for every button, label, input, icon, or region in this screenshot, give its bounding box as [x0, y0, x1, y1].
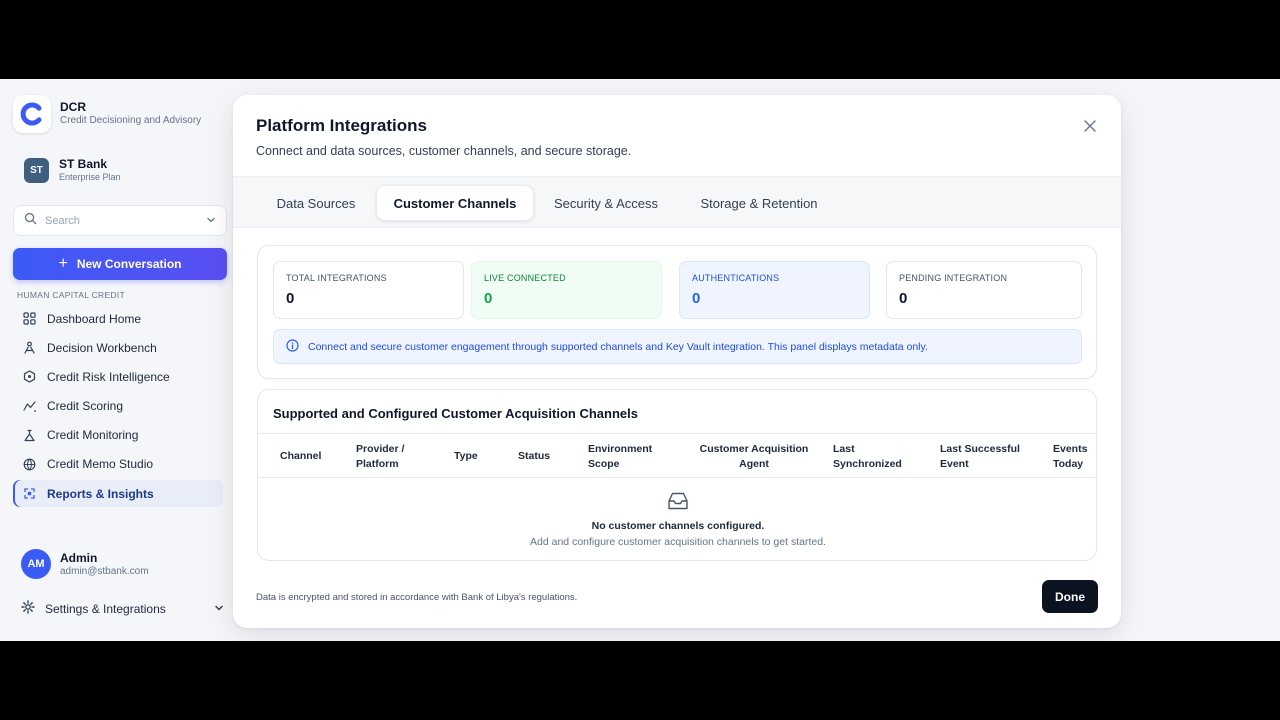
chevron-down-icon — [206, 212, 216, 230]
brand-name: DCR — [60, 100, 86, 114]
chevron-down-icon — [214, 602, 224, 616]
new-conversation-label: New Conversation — [76, 257, 182, 271]
column-header-last-successful-event: Last Successful Event — [940, 442, 1020, 470]
stat-live-connected: LIVE CONNECTED 0 — [471, 261, 662, 319]
stat-value: 0 — [286, 290, 295, 307]
info-text: Connect and secure customer engagement t… — [308, 340, 928, 353]
sidebar-item-label: Credit Memo Studio — [47, 457, 154, 472]
sidebar-item-reports-insights[interactable]: Reports & Insights — [13, 480, 223, 508]
close-icon — [1084, 119, 1096, 137]
stat-value: 0 — [484, 290, 493, 307]
column-header-customer-acquisition-agent: Customer Acquisition Agent — [699, 442, 809, 470]
stat-value: 0 — [899, 290, 908, 307]
brand-logo-icon — [13, 95, 51, 133]
platform-integrations-modal: Platform Integrations Connect and data s… — [233, 95, 1121, 628]
table-title: Supported and Configured Customer Acquis… — [273, 406, 638, 421]
sidebar-item-label: Decision Workbench — [47, 340, 157, 355]
org-avatar: ST — [24, 157, 49, 183]
user-email: admin@stbank.com — [60, 565, 149, 577]
column-header-type: Type — [454, 450, 478, 462]
plus-icon: + — [58, 255, 68, 272]
risk-icon — [22, 369, 37, 384]
brand[interactable]: DCR Credit Decisioning and Advisory — [13, 95, 201, 133]
inbox-icon — [258, 490, 1096, 512]
sidebar-item-label: Credit Risk Intelligence — [47, 369, 170, 384]
brand-subtitle: Credit Decisioning and Advisory — [60, 115, 202, 126]
empty-state-subtitle: Add and configure customer acquisition c… — [530, 536, 826, 548]
sidebar-item-decision-workbench[interactable]: Decision Workbench — [13, 334, 223, 361]
org-name: ST Bank — [59, 157, 108, 171]
user-profile[interactable]: AM Admin admin@stbank.com — [21, 549, 149, 579]
settings-label: Settings & Integrations — [45, 601, 166, 616]
org-switcher[interactable]: ST ST Bank Enterprise Plan — [24, 157, 121, 183]
user-name: Admin — [60, 550, 98, 565]
section-label: HUMAN CAPITAL CREDIT — [17, 290, 126, 300]
memo-icon — [22, 457, 37, 472]
sidebar-item-credit-risk-intelligence[interactable]: Credit Risk Intelligence — [13, 363, 223, 390]
column-header-provider-platform: Provider / Platform — [356, 442, 405, 470]
column-header-environment-scope: Environment Scope — [588, 442, 653, 470]
table-header-row: Channel Provider / Platform Type Status … — [258, 433, 1096, 478]
sidebar-item-credit-monitoring[interactable]: Credit Monitoring — [13, 422, 223, 449]
stat-authentications: AUTHENTICATIONS 0 — [679, 261, 870, 319]
sidebar-item-label: Credit Scoring — [47, 399, 124, 414]
scoring-icon — [22, 399, 37, 414]
tab-bar: Data Sources Customer Channels Security … — [233, 176, 1121, 228]
stat-value: 0 — [692, 290, 701, 307]
sidebar-item-label: Dashboard Home — [47, 311, 142, 326]
workbench-icon — [22, 340, 37, 355]
column-header-events-today: Events Today — [1053, 442, 1088, 470]
close-button[interactable] — [1081, 119, 1099, 137]
reports-icon — [22, 486, 37, 501]
search-icon — [24, 212, 37, 230]
org-plan: Enterprise Plan — [59, 172, 121, 182]
new-conversation-button[interactable]: + New Conversation — [13, 248, 227, 280]
sidebar-item-credit-scoring[interactable]: Credit Scoring — [13, 393, 223, 420]
info-banner: Connect and secure customer engagement t… — [273, 329, 1082, 364]
sidebar-item-dashboard-home[interactable]: Dashboard Home — [13, 305, 223, 332]
sidebar-item-label: Reports & Insights — [47, 486, 154, 501]
done-button[interactable]: Done — [1042, 580, 1098, 613]
search-placeholder: Search — [45, 214, 80, 227]
sidebar-item-label: Credit Monitoring — [47, 428, 139, 443]
stat-pending-integration: PENDING INTEGRATION 0 — [886, 261, 1082, 319]
tab-customer-channels[interactable]: Customer Channels — [376, 185, 534, 221]
column-header-channel: Channel — [280, 450, 322, 462]
stat-label: PENDING INTEGRATION — [899, 273, 1008, 283]
empty-state: No customer channels configured. Add and… — [258, 490, 1096, 548]
search-input[interactable]: Search — [13, 205, 227, 236]
tab-security-access[interactable]: Security & Access — [541, 185, 671, 221]
empty-state-title: No customer channels configured. — [591, 520, 765, 532]
stat-total-integrations: TOTAL INTEGRATIONS 0 — [273, 261, 464, 319]
modal-title: Platform Integrations — [256, 116, 427, 135]
settings-integrations-menu[interactable]: Settings & Integrations — [21, 600, 224, 617]
column-header-status: Status — [518, 450, 551, 462]
integration-stats-card: TOTAL INTEGRATIONS 0 LIVE CONNECTED 0 AU… — [257, 245, 1097, 379]
customer-channels-table-card: Supported and Configured Customer Acquis… — [257, 389, 1097, 561]
footer-note: Data is encrypted and stored in accordan… — [256, 592, 578, 603]
sidebar-item-credit-memo-studio[interactable]: Credit Memo Studio — [13, 451, 223, 478]
stat-label: AUTHENTICATIONS — [692, 273, 780, 283]
gear-icon — [21, 600, 35, 617]
grid-icon — [22, 311, 37, 326]
app-window: DCR Credit Decisioning and Advisory ST S… — [0, 79, 1280, 641]
sidebar: DCR Credit Decisioning and Advisory ST S… — [0, 79, 235, 641]
tab-storage-retention[interactable]: Storage & Retention — [685, 185, 833, 221]
sidebar-nav: Dashboard Home Decision Workbench Credit… — [13, 305, 223, 509]
monitoring-icon — [22, 428, 37, 443]
stat-label: LIVE CONNECTED — [484, 273, 566, 283]
modal-subtitle: Connect and data sources, customer chann… — [256, 144, 632, 158]
stat-label: TOTAL INTEGRATIONS — [286, 273, 387, 283]
column-header-last-synchronized: Last Synchronized — [833, 442, 902, 470]
tab-data-sources[interactable]: Data Sources — [261, 185, 371, 221]
info-icon — [286, 338, 299, 355]
avatar: AM — [21, 549, 51, 579]
